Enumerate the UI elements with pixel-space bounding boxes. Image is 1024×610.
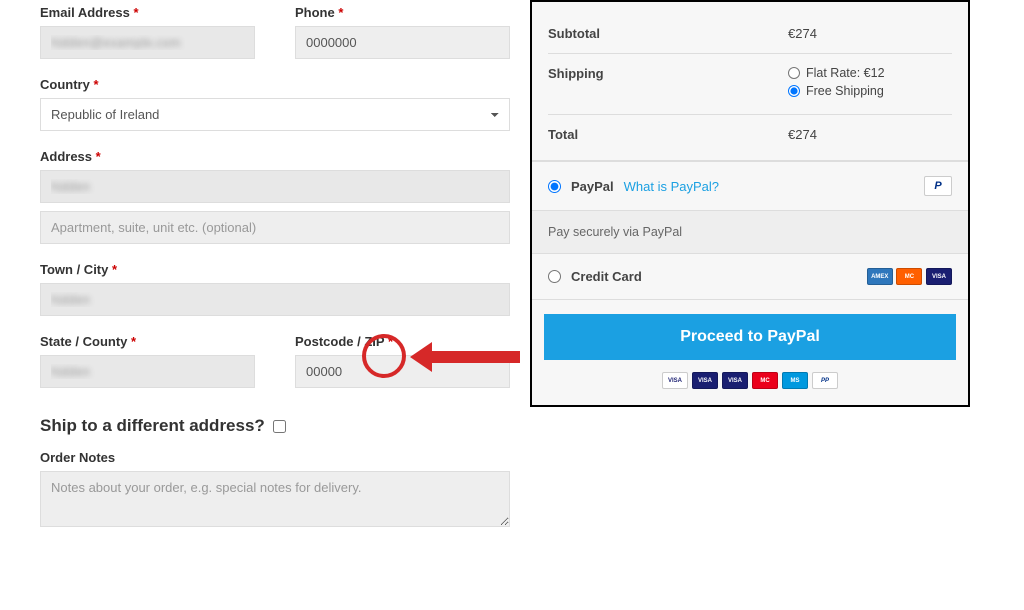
- visa-icon: VISA: [662, 372, 688, 389]
- postcode-field[interactable]: [295, 355, 510, 388]
- subtotal-row: Subtotal €274: [548, 14, 952, 54]
- payment-option-credit-card[interactable]: Credit Card AMEX MC VISA: [532, 254, 968, 300]
- credit-card-label: Credit Card: [571, 269, 642, 284]
- shipping-label: Shipping: [548, 66, 788, 81]
- city-label: Town / City *: [40, 262, 510, 277]
- paypal-label: PayPal: [571, 179, 614, 194]
- total-value: €274: [788, 127, 817, 142]
- paypal-icon: [924, 176, 952, 196]
- ship-different-checkbox[interactable]: [273, 420, 286, 433]
- total-label: Total: [548, 127, 788, 142]
- shipping-radio-free[interactable]: [788, 85, 800, 97]
- billing-form: Email Address * Phone * Country * Republ…: [0, 0, 530, 550]
- credit-card-radio[interactable]: [548, 270, 561, 283]
- subtotal-label: Subtotal: [548, 26, 788, 41]
- amex-icon: AMEX: [867, 268, 893, 285]
- payment-section: PayPal What is PayPal? Pay securely via …: [532, 160, 968, 405]
- city-field[interactable]: [40, 283, 510, 316]
- email-label: Email Address *: [40, 5, 255, 20]
- what-is-paypal-link[interactable]: What is PayPal?: [624, 179, 719, 194]
- state-field[interactable]: [40, 355, 255, 388]
- country-label: Country *: [40, 77, 510, 92]
- shipping-option-free[interactable]: Free Shipping: [788, 84, 885, 98]
- cc-icons: AMEX MC VISA: [867, 268, 952, 285]
- total-row: Total €274: [548, 115, 952, 154]
- address2-field[interactable]: [40, 211, 510, 244]
- address-label: Address *: [40, 149, 510, 164]
- mastercard-icon: MC: [896, 268, 922, 285]
- order-notes-field[interactable]: [40, 471, 510, 527]
- state-label: State / County *: [40, 334, 255, 349]
- proceed-to-paypal-button[interactable]: Proceed to PayPal: [544, 314, 956, 360]
- shipping-option-flat[interactable]: Flat Rate: €12: [788, 66, 885, 80]
- visa-electron-icon: VISA: [722, 372, 748, 389]
- visa-icon: VISA: [926, 268, 952, 285]
- visa-debit-icon: VISA: [692, 372, 718, 389]
- address1-field[interactable]: [40, 170, 510, 203]
- shipping-radio-flat[interactable]: [788, 67, 800, 79]
- maestro-icon: MS: [782, 372, 808, 389]
- phone-label: Phone *: [295, 5, 510, 20]
- order-notes-label: Order Notes: [40, 450, 510, 465]
- country-select[interactable]: Republic of Ireland: [40, 98, 510, 131]
- paypal-radio[interactable]: [548, 180, 561, 193]
- email-field[interactable]: [40, 26, 255, 59]
- mastercard-icon: MC: [752, 372, 778, 389]
- phone-field[interactable]: [295, 26, 510, 59]
- paypal-description: Pay securely via PayPal: [532, 211, 968, 254]
- ship-different-heading: Ship to a different address?: [40, 416, 510, 436]
- shipping-row: Shipping Flat Rate: €12 Free Shipping: [548, 54, 952, 115]
- postcode-label: Postcode / ZIP *: [295, 334, 510, 349]
- order-summary-box: Subtotal €274 Shipping Flat Rate: €12 Fr…: [530, 0, 970, 407]
- paypal-card-icon: PP: [812, 372, 838, 389]
- subtotal-value: €274: [788, 26, 817, 41]
- accepted-cards-icons: VISA VISA VISA MC MS PP: [544, 372, 956, 389]
- payment-option-paypal[interactable]: PayPal What is PayPal?: [532, 162, 968, 211]
